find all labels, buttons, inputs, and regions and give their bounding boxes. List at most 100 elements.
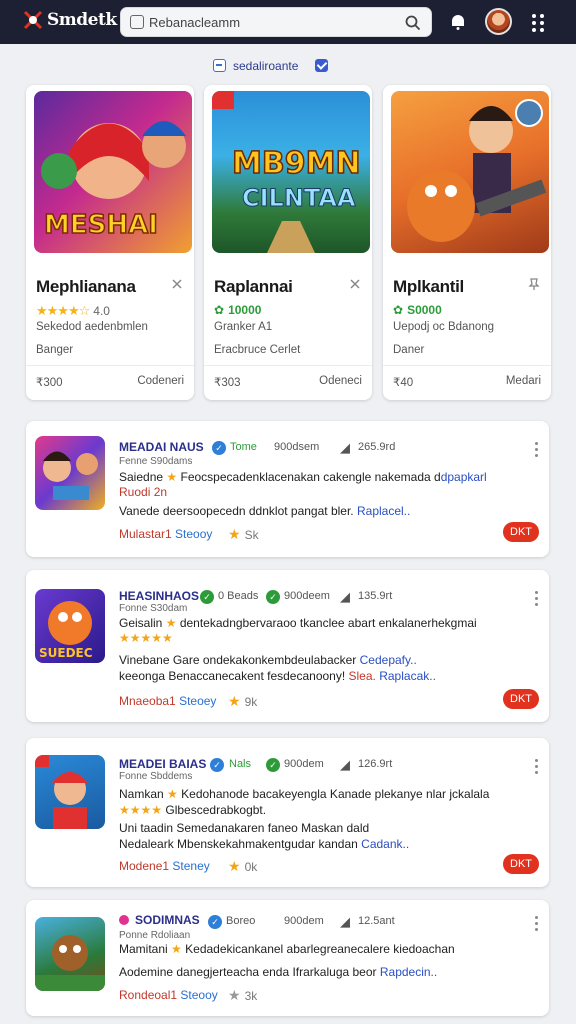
top-bar: Smdetk Rebanacleamm xyxy=(0,0,576,44)
size-icon: ◢ xyxy=(340,757,350,772)
item-developer: Mulastar1 Steooy xyxy=(119,527,213,541)
card-subtitle: Sekedod aedenbmlen xyxy=(36,321,148,333)
get-button[interactable]: DKT xyxy=(503,522,539,542)
get-button[interactable]: DKT xyxy=(503,854,539,874)
filter-checkbox-checked[interactable] xyxy=(315,59,328,72)
card-title: Mephlianana xyxy=(36,277,136,296)
item-developer: Rondeoal1 Steooy xyxy=(119,988,218,1002)
download-count: 900dem xyxy=(284,758,324,770)
more-options-icon[interactable] xyxy=(535,916,539,932)
game-art-image: MESHAI xyxy=(34,91,192,253)
game-thumbnail xyxy=(35,755,105,829)
search-filter-icon xyxy=(130,15,144,29)
notification-icon[interactable] xyxy=(446,10,470,34)
search-placeholder: Rebanacleamm xyxy=(149,15,241,30)
like-count[interactable]: ★ 0k xyxy=(228,858,257,875)
like-icon: ★ xyxy=(228,526,241,542)
card-price: ₹303 xyxy=(214,377,241,389)
item-developer: Mnaeoba1 Steoey xyxy=(119,694,217,708)
list-item[interactable]: SUEDEC HEASINHAOS ✓ 0 Beads ✓ 900deem ◢ … xyxy=(26,570,549,722)
verified-icon: ✿ xyxy=(214,303,225,317)
status-dot-icon xyxy=(119,915,129,925)
search-icon[interactable] xyxy=(405,15,421,31)
logo-icon xyxy=(22,9,44,31)
get-button[interactable]: DKT xyxy=(503,689,539,709)
item-description-3: Uni taadin Semedanakaren faneo Maskan da… xyxy=(119,821,370,835)
like-count[interactable]: ★ 9k xyxy=(228,693,257,710)
verified-badge-icon: ✓ xyxy=(200,590,214,604)
card-price: ₹300 xyxy=(36,377,63,389)
item-tag: Tome xyxy=(230,441,257,453)
item-description-2: Ruodi 2n xyxy=(119,485,168,499)
verified-badge-icon: ✓ xyxy=(210,758,224,772)
logo-text: Smdetk xyxy=(47,10,117,30)
card-meta: Daner xyxy=(393,344,425,356)
item-description: Mamitani ★ Kedadekicankanel abarlegreane… xyxy=(119,942,455,956)
size-icon: ◢ xyxy=(340,589,350,604)
check-icon: ✓ xyxy=(266,590,280,604)
list-item[interactable]: SODIMNAS ✓ Boreo 900dem ◢ 12.5ant Ponne … xyxy=(26,900,549,1016)
item-subtitle: Fonne Sbddems xyxy=(119,771,193,782)
card-title: Raplannai xyxy=(214,277,293,296)
card-rating: ✿ 10000 xyxy=(214,303,262,317)
card-rating: ✿ S0000 xyxy=(393,303,442,317)
item-description-4: Nedaleark Mbenskekahmakentgudar kandan C… xyxy=(119,837,410,851)
svg-text:SUEDEC: SUEDEC xyxy=(39,646,93,660)
item-size: 126.9rt xyxy=(358,758,393,770)
card-subtitle: Granker A1 xyxy=(214,321,273,333)
more-options-icon[interactable] xyxy=(535,591,539,607)
like-count[interactable]: ★ Sk xyxy=(228,526,259,543)
item-description-3: Vanede deersoopecedn ddnklot pangat bler… xyxy=(119,504,411,518)
card-developer: Codeneri xyxy=(137,375,184,387)
list-item[interactable]: MEADEI BAIAS ✓ Nals ✓ 900dem ◢ 126.9rt F… xyxy=(26,738,549,887)
item-size: 135.9rt xyxy=(358,590,393,602)
featured-card[interactable]: MESHAI Mephlianana ★★★★☆ 4.0 Sekedod aed… xyxy=(26,85,194,400)
item-tag: Boreo xyxy=(226,915,256,927)
pin-icon[interactable] xyxy=(527,277,541,291)
item-description-2: ★★★★ Glbescedrabkogbt. xyxy=(119,803,267,817)
like-count[interactable]: ★ 3k xyxy=(228,987,257,1004)
item-subtitle: Fonne S30dam xyxy=(119,603,188,614)
svg-text:MB9MN: MB9MN xyxy=(232,146,361,181)
list-item[interactable]: MEADAI NAUS ✓ Tome 900dsem ◢ 265.9rd Fen… xyxy=(26,421,549,557)
game-thumbnail: SUEDEC xyxy=(35,589,105,663)
more-options-icon[interactable] xyxy=(535,759,539,775)
item-description-3: Aodemine danegjerteacha enda Ifrarkaluga… xyxy=(119,965,438,979)
verified-icon: ✿ xyxy=(393,303,404,317)
app-logo[interactable]: Smdetk xyxy=(22,9,117,31)
avatar[interactable] xyxy=(485,8,512,35)
download-count: 900dem xyxy=(284,915,324,927)
card-developer: Medari xyxy=(505,375,541,387)
item-subtitle: Ponne Rdoliaan xyxy=(119,930,191,941)
item-description: Namkan ★ Kedohanode bacakeyengla Kanade … xyxy=(119,787,490,801)
download-count: 900dsem xyxy=(274,441,320,453)
game-art-image xyxy=(391,91,549,253)
search-input[interactable]: Rebanacleamm xyxy=(120,7,432,37)
item-description-4: keeonga Benaccanecakent fesdecanoony! Sl… xyxy=(119,669,436,683)
item-title: HEASINHAOS xyxy=(119,589,200,603)
grid-menu-icon[interactable] xyxy=(528,10,552,34)
like-icon: ★ xyxy=(228,858,241,874)
item-description: Geisalin ★ dentekadngbervaraoo tkanclee … xyxy=(119,616,477,630)
game-thumbnail xyxy=(35,436,105,510)
item-developer: Modene1 Steney xyxy=(119,859,210,873)
card-meta: Banger xyxy=(36,344,74,356)
more-options-icon[interactable] xyxy=(535,442,539,458)
pin-icon[interactable] xyxy=(170,277,184,291)
featured-card[interactable]: MB9MN CILNTAA Raplannai ✿ 10000 Granker … xyxy=(204,85,372,400)
verified-badge-icon: ✓ xyxy=(212,441,226,455)
card-title: Mplkantil xyxy=(393,277,464,296)
item-tag: 0 Beads xyxy=(218,590,259,602)
divider xyxy=(26,365,194,366)
filter-checkbox-partial[interactable] xyxy=(213,59,226,72)
filter-row: sedaliroante xyxy=(0,56,576,76)
item-subtitle: Fenne S90dams xyxy=(119,456,193,467)
card-price: ₹40 xyxy=(393,377,414,389)
featured-card[interactable]: Mplkantil ✿ S0000 Uepodj oc Bdanong Dane… xyxy=(383,85,551,400)
item-size: 265.9rd xyxy=(358,441,396,453)
download-count: 900deem xyxy=(284,590,330,602)
like-icon: ★ xyxy=(228,693,241,709)
like-icon: ★ xyxy=(228,987,241,1003)
pin-icon[interactable] xyxy=(348,277,362,291)
card-subtitle: Uepodj oc Bdanong xyxy=(393,321,495,333)
